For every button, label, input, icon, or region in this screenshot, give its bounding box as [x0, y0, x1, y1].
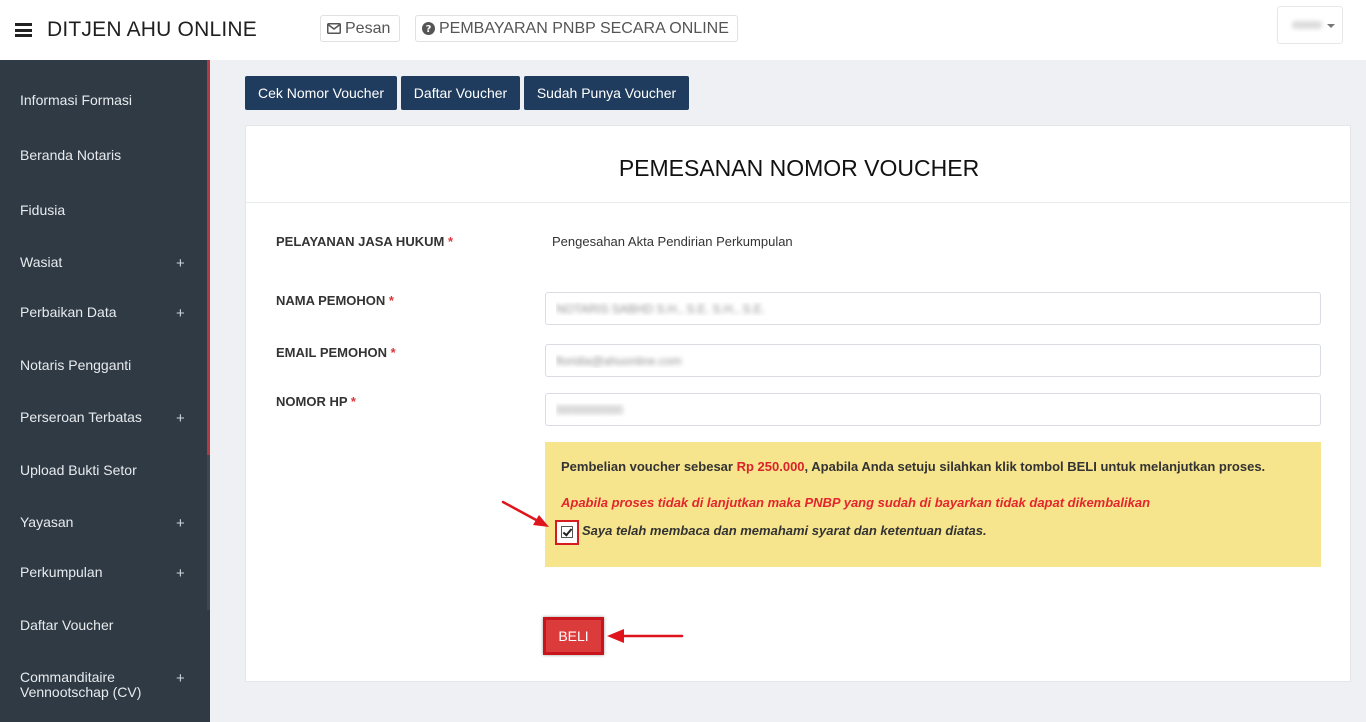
daftar-voucher-button[interactable]: Daftar Voucher — [401, 76, 520, 110]
expand-plus-icon: + — [176, 670, 185, 687]
sidebar-item-label: Notaris Pengganti — [20, 357, 132, 373]
top-navbar: DITJEN AHU ONLINE Pesan ? PEMBAYARAN PNB… — [0, 0, 1366, 60]
nama-pemohon-input[interactable] — [545, 292, 1321, 325]
pelayanan-value: Pengesahan Akta Pendirian Perkumpulan — [552, 234, 793, 249]
sidebar-item-commanditaire-vennootschap[interactable]: Commanditaire Vennootschap (CV) + — [0, 670, 207, 704]
sidebar-item-beranda-notaris[interactable]: Beranda Notaris — [0, 148, 207, 168]
nama-label: NAMA PEMOHON * — [276, 293, 394, 308]
hp-label-text: NOMOR HP — [276, 394, 348, 409]
expand-plus-icon: + — [176, 515, 185, 532]
sidebar-item-wasiat[interactable]: Wasiat + — [0, 255, 207, 275]
question-circle-icon: ? — [422, 22, 435, 35]
sidebar-item-notaris-pengganti[interactable]: Notaris Pengganti — [0, 358, 207, 378]
expand-plus-icon: + — [176, 565, 185, 582]
brand-title: DITJEN AHU ONLINE — [47, 18, 257, 41]
voucher-amount: Rp 250.000 — [736, 459, 805, 474]
sidebar-item-fidusia[interactable]: Fidusia — [0, 203, 207, 223]
agree-label: Saya telah membaca dan memahami syarat d… — [582, 523, 987, 538]
agree-checkbox[interactable] — [555, 520, 579, 545]
sidebar-item-informasi-formasi[interactable]: Informasi Formasi — [0, 93, 207, 113]
pesan-button[interactable]: Pesan — [320, 15, 400, 42]
pelayanan-label: PELAYANAN JASA HUKUM * — [276, 234, 453, 249]
sidebar-item-label: Perbaikan Data — [20, 304, 117, 320]
email-label: EMAIL PEMOHON * — [276, 345, 396, 360]
svg-text:?: ? — [426, 24, 432, 35]
required-mark: * — [350, 394, 356, 409]
sidebar-item-label: Beranda Notaris — [20, 147, 122, 163]
sidebar: Informasi Formasi Beranda Notaris Fidusi… — [0, 60, 210, 722]
sidebar-item-label: Perseroan Terbatas — [20, 409, 142, 425]
pelayanan-label-text: PELAYANAN JASA HUKUM — [276, 234, 445, 249]
notice-text-end: , Apabila Anda setuju silahkan klik tomb… — [804, 459, 1266, 474]
sidebar-item-label: Commanditaire Vennootschap (CV) — [20, 669, 142, 700]
hp-label: NOMOR HP * — [276, 394, 356, 409]
sidebar-item-perbaikan-data[interactable]: Perbaikan Data + — [0, 305, 207, 325]
page-title: PEMESANAN NOMOR VOUCHER — [246, 126, 1352, 203]
sidebar-item-label: Wasiat — [20, 254, 63, 270]
terms-notice: Pembelian voucher sebesar Rp 250.000, Ap… — [545, 442, 1321, 567]
sidebar-item-label: Informasi Formasi — [20, 92, 133, 108]
notice-warning-text: Apabila proses tidak di lanjutkan maka P… — [561, 495, 1151, 510]
sidebar-item-perkumpulan[interactable]: Perkumpulan + — [0, 565, 207, 585]
nama-label-text: NAMA PEMOHON — [276, 293, 386, 308]
notice-price-text: Pembelian voucher sebesar Rp 250.000, Ap… — [561, 459, 1265, 474]
sidebar-item-label: Upload Bukti Setor — [20, 462, 137, 478]
pnbp-label: PEMBAYARAN PNBP SECARA ONLINE — [439, 19, 729, 37]
sidebar-scroll-track — [207, 455, 210, 610]
email-pemohon-input[interactable] — [545, 344, 1321, 377]
pesan-label: Pesan — [345, 19, 391, 37]
username-blurred — [1292, 21, 1322, 29]
sidebar-item-label: Fidusia — [20, 202, 66, 218]
sudah-punya-voucher-button[interactable]: Sudah Punya Voucher — [524, 76, 689, 110]
pnbp-online-button[interactable]: ? PEMBAYARAN PNBP SECARA ONLINE — [415, 15, 738, 42]
sidebar-item-yayasan[interactable]: Yayasan + — [0, 515, 207, 535]
caret-down-icon — [1327, 24, 1335, 28]
nomor-hp-input[interactable] — [545, 393, 1321, 426]
required-mark: * — [388, 293, 394, 308]
expand-plus-icon: + — [176, 410, 185, 427]
sidebar-item-upload-bukti-setor[interactable]: Upload Bukti Setor — [0, 463, 207, 483]
sidebar-item-label: Daftar Voucher — [20, 617, 114, 633]
expand-plus-icon: + — [176, 305, 185, 322]
hamburger-menu-icon[interactable] — [15, 23, 32, 37]
beli-button[interactable]: BELI — [543, 617, 604, 655]
sidebar-item-daftar-voucher[interactable]: Daftar Voucher — [0, 618, 207, 638]
user-dropdown[interactable] — [1277, 6, 1343, 44]
required-mark: * — [390, 345, 396, 360]
required-mark: * — [447, 234, 453, 249]
voucher-order-card: PEMESANAN NOMOR VOUCHER PELAYANAN JASA H… — [245, 125, 1352, 682]
sidebar-item-label: Perkumpulan — [20, 564, 103, 580]
red-arrow-icon — [501, 500, 549, 527]
sidebar-item-perseroan-terbatas[interactable]: Perseroan Terbatas + — [0, 410, 207, 430]
expand-plus-icon: + — [176, 255, 185, 272]
red-arrow-icon — [607, 629, 684, 643]
sidebar-scroll-accent — [207, 60, 210, 455]
email-label-text: EMAIL PEMOHON — [276, 345, 387, 360]
sidebar-item-label: Yayasan — [20, 514, 74, 530]
notice-text-start: Pembelian voucher sebesar — [561, 459, 737, 474]
cek-nomor-voucher-button[interactable]: Cek Nomor Voucher — [245, 76, 397, 110]
checkbox-checked-icon — [561, 526, 573, 538]
envelope-icon — [327, 23, 341, 34]
